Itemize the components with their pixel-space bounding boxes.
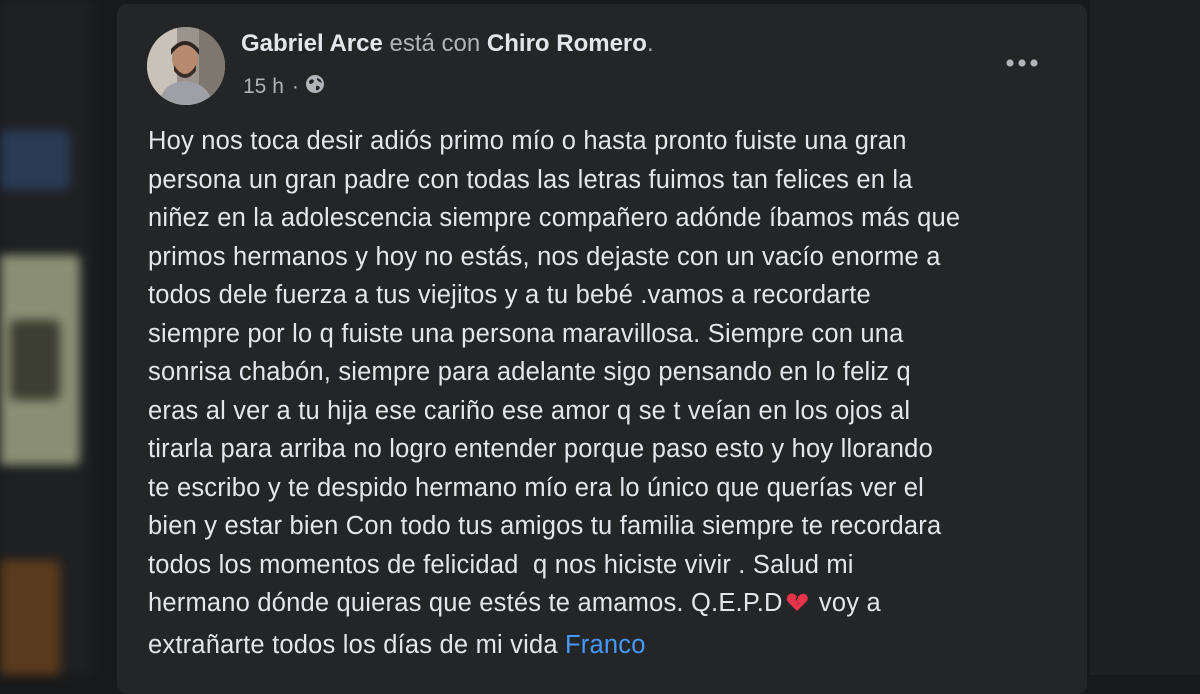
globe-icon[interactable] <box>305 74 325 100</box>
mention-link[interactable]: Franco <box>565 631 646 659</box>
meta-separator: · <box>291 75 299 98</box>
post-timestamp[interactable]: 15 h <box>243 75 284 99</box>
post-line: eras al ver a tu hija ese cariño ese amo… <box>148 396 911 425</box>
author-name[interactable]: Gabriel Arce <box>241 30 383 57</box>
post-body: Hoy nos toca desir adiós primo mío o has… <box>148 122 1068 664</box>
post-line: persona un gran padre con todas las letr… <box>148 165 913 194</box>
post-line-text: voy a <box>811 589 881 617</box>
post-line: bien y estar bien Con todo tus amigos tu… <box>148 512 942 540</box>
post-header: Gabriel Arce está con Chiro Romero. <box>241 30 654 58</box>
post-line: siempre por lo q fuiste una persona mara… <box>148 319 904 348</box>
blurred-sidebar <box>0 0 92 675</box>
avatar[interactable] <box>147 27 225 105</box>
post-line: todos los momentos de felicidad q nos hi… <box>148 550 854 579</box>
post-line: extrañarte todos los días de mi vida Fra… <box>148 626 1068 665</box>
post-line: sonrisa chabón, siempre para adelante si… <box>148 358 911 386</box>
post-line: tirarla para arriba no logro entender po… <box>148 435 933 463</box>
post-line: niñez en la adolescencia siempre compañe… <box>148 204 961 232</box>
post-line: todos dele fuerza a tus viejitos y a tu … <box>148 281 871 309</box>
post-line-text: extrañarte todos los días de mi vida <box>148 630 566 659</box>
post-line: hermano dónde quieras que estés te amamo… <box>148 584 1068 626</box>
tagged-name[interactable]: Chiro Romero <box>487 30 647 57</box>
right-background <box>1090 0 1200 675</box>
post-card: Gabriel Arce está con Chiro Romero. 15 h… <box>117 4 1087 694</box>
post-line: Hoy nos toca desir adiós primo mío o has… <box>148 127 907 155</box>
avatar-photo <box>147 27 225 105</box>
post-line: te escribo y te despido hermano mío era … <box>148 473 924 502</box>
header-period: . <box>646 30 654 57</box>
more-options-button[interactable] <box>997 48 1047 78</box>
post-meta: 15 h · <box>243 74 325 100</box>
post-line: primos hermanos y hoy no estás, nos deja… <box>148 242 941 271</box>
more-options-icon <box>1006 59 1038 67</box>
broken-heart-icon <box>785 587 809 626</box>
post-line-text: hermano dónde quieras que estés te amamo… <box>148 589 783 617</box>
with-text: está con <box>389 30 481 57</box>
